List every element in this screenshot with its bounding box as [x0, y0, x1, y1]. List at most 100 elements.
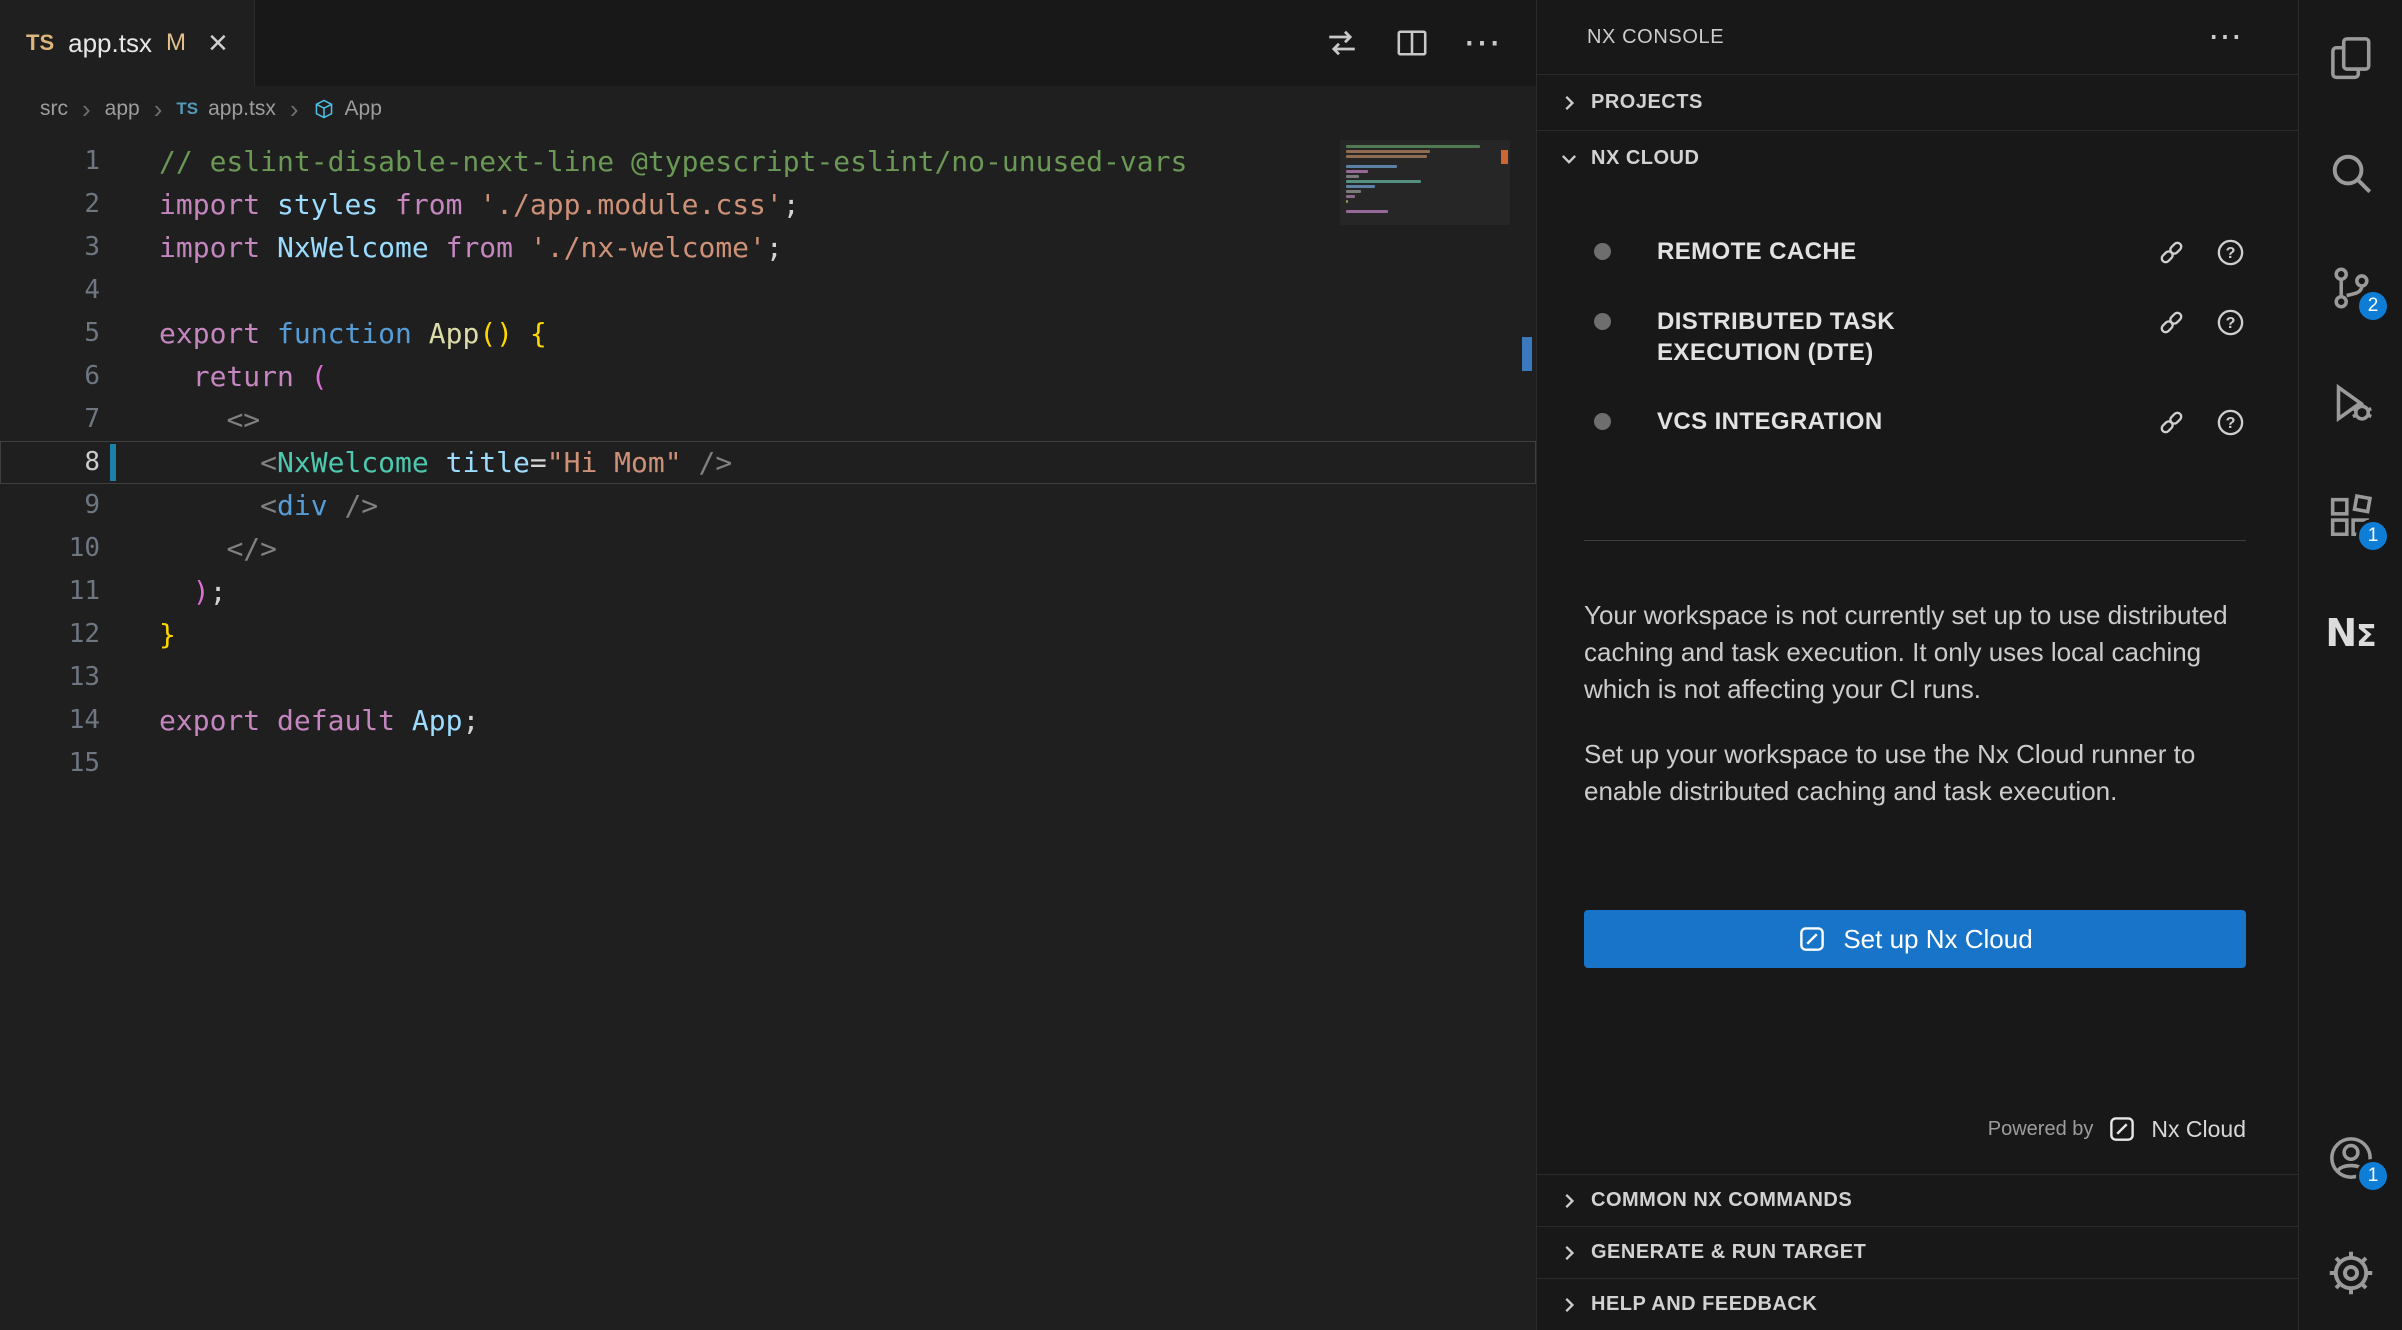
section-generate-run-target[interactable]: GENERATE & RUN TARGET — [1537, 1226, 2298, 1278]
line-number: 7 — [0, 398, 100, 441]
brand-name: Nx Cloud — [2151, 1116, 2246, 1143]
chevron-right-icon — [1557, 1241, 1581, 1265]
setup-nx-cloud-button[interactable]: Set up Nx Cloud — [1584, 910, 2246, 968]
nx-cloud-item: VCS INTEGRATION? — [1584, 406, 2246, 438]
connect-icon[interactable] — [2156, 307, 2187, 338]
code-line[interactable]: 11 ); — [0, 570, 1536, 613]
line-number: 10 — [0, 527, 100, 570]
code-content: <> — [100, 398, 260, 441]
code-line[interactable]: 5export function App() { — [0, 312, 1536, 355]
svg-text:?: ? — [2226, 414, 2236, 432]
line-number: 5 — [0, 312, 100, 355]
code-line[interactable]: 8 <NxWelcome title="Hi Mom" /> — [0, 441, 1536, 484]
code-line[interactable]: 4 — [0, 269, 1536, 312]
section-help-and-feedback[interactable]: HELP AND FEEDBACK — [1537, 1278, 2298, 1330]
help-icon[interactable]: ? — [2215, 237, 2246, 268]
nx-cloud-item: REMOTE CACHE? — [1584, 236, 2246, 268]
activity-item-explorer[interactable] — [2299, 0, 2402, 115]
divider — [1584, 540, 2246, 541]
more-actions-icon[interactable]: ⋯ — [1462, 23, 1502, 63]
settings-icon — [2326, 1248, 2376, 1298]
section-label: NX CLOUD — [1591, 147, 1699, 170]
activity-item-run-debug[interactable] — [2299, 345, 2402, 460]
breadcrumb-file[interactable]: app.tsx — [208, 97, 276, 121]
help-icon[interactable]: ? — [2215, 307, 2246, 338]
code-line[interactable]: 14export default App; — [0, 699, 1536, 742]
svg-text:?: ? — [2226, 314, 2236, 332]
nx-console-icon: NΣ — [2325, 611, 2375, 655]
code-content: // eslint-disable-next-line @typescript-… — [100, 140, 1187, 183]
minimap-warning-marker — [1501, 150, 1508, 164]
tab-app-tsx[interactable]: TS app.tsx M × — [0, 0, 255, 86]
activity-item-settings[interactable] — [2299, 1215, 2402, 1330]
symbol-function-icon — [313, 98, 335, 120]
editor-actions: ⋯ — [1322, 0, 1536, 86]
activity-item-accounts[interactable]: 1 — [2299, 1100, 2402, 1215]
section-label: COMMON NX COMMANDS — [1591, 1189, 1852, 1212]
close-icon[interactable]: × — [208, 26, 228, 60]
line-number: 6 — [0, 355, 100, 398]
code-content — [100, 656, 159, 699]
section-projects[interactable]: PROJECTS — [1537, 74, 2298, 130]
chevron-right-icon — [1557, 91, 1581, 115]
nx-cloud-item: DISTRIBUTED TASK EXECUTION (DTE)? — [1584, 306, 2246, 368]
activity-bar: 2 1 NΣ 1 — [2298, 0, 2402, 1330]
activity-bottom: 1 — [2299, 1100, 2402, 1330]
nx-cloud-item-label: REMOTE CACHE — [1657, 236, 1856, 267]
section-nx-cloud[interactable]: NX CLOUD — [1537, 130, 2298, 186]
minimap[interactable] — [1340, 140, 1510, 225]
panel-header: NX CONSOLE ⋯ — [1537, 0, 2298, 74]
tab-bar: TS app.tsx M × ⋯ — [0, 0, 1536, 86]
breadcrumb-app[interactable]: app — [105, 97, 140, 121]
code-line[interactable]: 2import styles from './app.module.css'; — [0, 183, 1536, 226]
activity-item-search[interactable] — [2299, 115, 2402, 230]
connect-icon[interactable] — [2156, 407, 2187, 438]
chevron-separator-icon: › — [154, 96, 163, 122]
code-line[interactable]: 1// eslint-disable-next-line @typescript… — [0, 140, 1536, 183]
code-line[interactable]: 12} — [0, 613, 1536, 656]
badge: 2 — [2356, 289, 2390, 323]
line-number: 8 — [0, 441, 100, 484]
section-label: PROJECTS — [1591, 91, 1703, 114]
powered-by-label: Powered by — [1988, 1118, 2094, 1141]
open-changes-icon[interactable] — [1322, 23, 1362, 63]
code-content: export default App; — [100, 699, 479, 742]
help-icon[interactable]: ? — [2215, 407, 2246, 438]
code-content: import styles from './app.module.css'; — [100, 183, 800, 226]
line-number: 15 — [0, 742, 100, 785]
activity-top: 2 1 NΣ — [2299, 0, 2402, 690]
activity-item-source-control[interactable]: 2 — [2299, 230, 2402, 345]
tab-filename: app.tsx — [68, 28, 152, 59]
nx-cloud-logo-icon — [2107, 1114, 2137, 1144]
bottom-sections: COMMON NX COMMANDS GENERATE & RUN TARGET H… — [1537, 1174, 2298, 1330]
activity-item-extensions[interactable]: 1 — [2299, 460, 2402, 575]
code-content: export function App() { — [100, 312, 547, 355]
split-editor-icon[interactable] — [1392, 23, 1432, 63]
code-line[interactable]: 13 — [0, 656, 1536, 699]
code-line[interactable]: 10 </> — [0, 527, 1536, 570]
code-line[interactable]: 6 return ( — [0, 355, 1536, 398]
connect-icon[interactable] — [2156, 237, 2187, 268]
code-line[interactable]: 3import NxWelcome from './nx-welcome'; — [0, 226, 1536, 269]
section-common-nx-commands[interactable]: COMMON NX COMMANDS — [1537, 1174, 2298, 1226]
code-line[interactable]: 9 <div /> — [0, 484, 1536, 527]
code-content — [100, 269, 159, 312]
nx-console-panel: NX CONSOLE ⋯ PROJECTS NX CLOUD REMOTE CA… — [1536, 0, 2298, 1330]
code-lines: 1// eslint-disable-next-line @typescript… — [0, 140, 1536, 785]
breadcrumb-src[interactable]: src — [40, 97, 68, 121]
chevron-down-icon — [1557, 147, 1581, 171]
line-number: 1 — [0, 140, 100, 183]
section-label: GENERATE & RUN TARGET — [1591, 1241, 1866, 1264]
line-number: 3 — [0, 226, 100, 269]
code-editor[interactable]: 1// eslint-disable-next-line @typescript… — [0, 132, 1536, 1330]
activity-item-nx-console[interactable]: NΣ — [2299, 575, 2402, 690]
chevron-separator-icon: › — [82, 96, 91, 122]
breadcrumb-symbol[interactable]: App — [345, 97, 382, 121]
code-line[interactable]: 15 — [0, 742, 1536, 785]
more-actions-icon[interactable]: ⋯ — [2208, 20, 2242, 54]
minimap-lines — [1346, 145, 1504, 218]
search-icon — [2326, 148, 2376, 198]
status-dot-icon — [1594, 243, 1611, 260]
code-line[interactable]: 7 <> — [0, 398, 1536, 441]
powered-by: Powered by Nx Cloud — [1584, 1114, 2246, 1144]
